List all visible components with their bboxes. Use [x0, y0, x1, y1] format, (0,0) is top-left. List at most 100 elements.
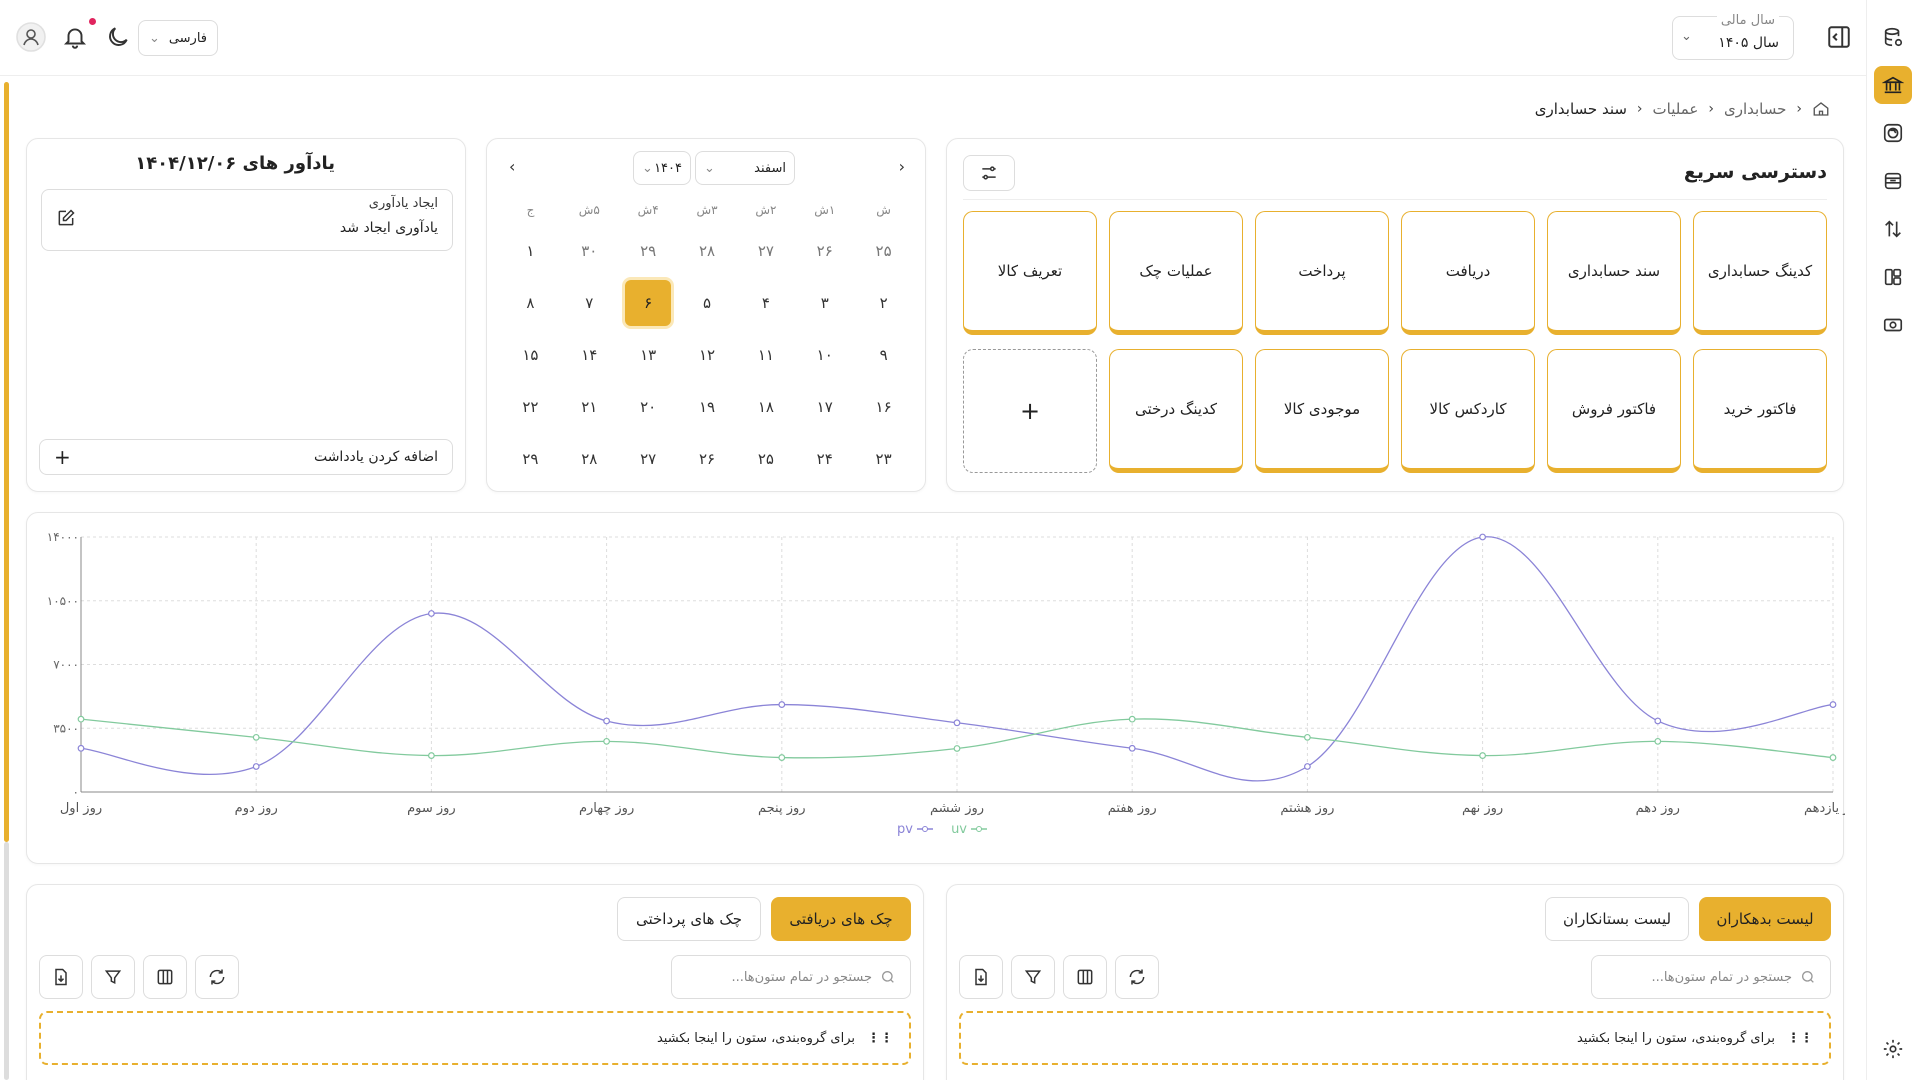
archive-icon[interactable] — [1874, 162, 1912, 200]
calendar-day[interactable]: ۲۷ — [736, 225, 795, 277]
month-select[interactable]: اسفند ⌄ — [695, 151, 795, 185]
add-quick-tile-button[interactable]: + — [963, 349, 1097, 473]
drag-handle-icon: ⋮⋮ — [867, 1030, 893, 1046]
data-point-pv — [1479, 533, 1486, 541]
tab-received-cheques[interactable]: چک های دریافتی — [771, 897, 911, 941]
settings-gear-icon[interactable] — [1874, 1030, 1912, 1068]
x-tick-label: روز دوم — [235, 801, 278, 816]
quick-tile[interactable]: سند حسابداری — [1547, 211, 1681, 335]
quick-access-title: دسترسی سریع — [1683, 161, 1827, 183]
cash-icon[interactable] — [1874, 306, 1912, 344]
refresh-button[interactable] — [195, 955, 239, 999]
export-button[interactable] — [39, 955, 83, 999]
quick-tile[interactable]: عملیات چک — [1109, 211, 1243, 335]
fiscal-year-select[interactable]: سال مالی سال ۱۴۰۵ ⌄ — [1672, 13, 1794, 60]
calendar-day[interactable]: ۲۳ — [854, 433, 913, 485]
edit-icon[interactable] — [56, 208, 76, 228]
quick-tile[interactable]: فاکتور فروش — [1547, 349, 1681, 473]
quick-tile[interactable]: کدینگ درختی — [1109, 349, 1243, 473]
refresh-button[interactable] — [1115, 955, 1159, 999]
calendar-day[interactable]: ۲۷ — [619, 433, 678, 485]
quick-tile[interactable]: دریافت — [1401, 211, 1535, 335]
calendar-day[interactable]: ۵ — [678, 277, 737, 329]
sidebar-collapse-icon[interactable] — [1826, 24, 1852, 50]
calendar-day[interactable]: ۲۱ — [560, 381, 619, 433]
quick-tile[interactable]: کاردکس کالا — [1401, 349, 1535, 473]
quick-tile[interactable]: پرداخت — [1255, 211, 1389, 335]
filter-button[interactable] — [91, 955, 135, 999]
database-icon[interactable] — [1874, 18, 1912, 56]
columns-button[interactable] — [1063, 955, 1107, 999]
calendar-day[interactable]: ۴ — [736, 277, 795, 329]
calendar-grid: ش ۱ش ۲ش ۳ش ۴ش ۵ش ج ۲۵ ۲۶ ۲۷ ۲۸ ۲۹ ۳۰ ۱ ۲… — [501, 195, 913, 485]
bell-icon[interactable] — [62, 24, 88, 50]
calendar-day[interactable]: ۱ — [501, 225, 560, 277]
calendar-day[interactable]: ۱۵ — [501, 329, 560, 381]
filter-button[interactable] — [1011, 955, 1055, 999]
calendar-day[interactable]: ۲۹ — [501, 433, 560, 485]
calendar-day[interactable]: ۱۹ — [678, 381, 737, 433]
tab-paid-cheques[interactable]: چک های پرداختی — [617, 897, 761, 941]
scroll-indicator[interactable] — [4, 82, 9, 842]
calendar-day[interactable]: ۳ — [795, 277, 854, 329]
calendar-day[interactable]: ۸ — [501, 277, 560, 329]
quick-tile[interactable]: فاکتور خرید — [1693, 349, 1827, 473]
language-value: فارسی — [168, 30, 207, 46]
calendar-day[interactable]: ۲۸ — [678, 225, 737, 277]
calendar-day[interactable]: ۲۹ — [619, 225, 678, 277]
search-field[interactable]: جستجو در تمام ستون‌ها... — [671, 955, 911, 999]
year-select[interactable]: ۱۴۰۴ ⌄ — [633, 151, 691, 185]
bank-icon[interactable] — [1874, 66, 1912, 104]
calendar-day[interactable]: ۲۵ — [854, 225, 913, 277]
breadcrumb-item[interactable]: عملیات — [1653, 100, 1699, 118]
calendar-week: ۲۵ ۲۶ ۲۷ ۲۸ ۲۹ ۳۰ ۱ — [501, 225, 913, 277]
calendar-day[interactable]: ۱۷ — [795, 381, 854, 433]
tab-creditors[interactable]: لیست بستانکاران — [1545, 897, 1689, 941]
calendar-day[interactable]: ۲۲ — [501, 381, 560, 433]
calendar-day[interactable]: ۷ — [560, 277, 619, 329]
home-icon[interactable] — [1812, 100, 1830, 118]
calendar-day-today[interactable]: ۶ — [619, 277, 678, 329]
breadcrumb-item[interactable]: حسابداری — [1724, 100, 1786, 118]
aperture-icon[interactable] — [1874, 114, 1912, 152]
calendar-day[interactable]: ۲۶ — [678, 433, 737, 485]
search-field[interactable]: جستجو در تمام ستون‌ها... — [1591, 955, 1831, 999]
columns-button[interactable] — [143, 955, 187, 999]
calendar-day[interactable]: ۲۵ — [736, 433, 795, 485]
chevron-right-icon[interactable]: › — [899, 157, 905, 176]
calendar-day[interactable]: ۱۸ — [736, 381, 795, 433]
layout-icon[interactable] — [1874, 258, 1912, 296]
calendar-day[interactable]: ۱۶ — [854, 381, 913, 433]
x-tick-label: روز چهارم — [579, 801, 634, 816]
calendar-day[interactable]: ۱۳ — [619, 329, 678, 381]
quick-tile[interactable]: تعریف کالا — [963, 211, 1097, 335]
calendar-day[interactable]: ۲۴ — [795, 433, 854, 485]
calendar-day[interactable]: ۳۰ — [560, 225, 619, 277]
export-button[interactable] — [959, 955, 1003, 999]
calendar-day[interactable]: ۲۸ — [560, 433, 619, 485]
calendar-day[interactable]: ۲۶ — [795, 225, 854, 277]
calendar-day[interactable]: ۹ — [854, 329, 913, 381]
add-note-button[interactable]: اضافه کردن یادداشت + — [39, 439, 453, 475]
data-point-pv — [1829, 701, 1837, 708]
moon-icon[interactable] — [105, 24, 131, 50]
tab-debtors[interactable]: لیست بدهکاران — [1699, 897, 1831, 941]
reminder-item[interactable]: ایجاد یادآوری یادآوری ایجاد شد — [41, 189, 453, 251]
filter-icon — [1024, 970, 1042, 985]
calendar-day[interactable]: ۱۴ — [560, 329, 619, 381]
quick-access-settings-button[interactable] — [963, 155, 1015, 191]
transfer-arrows-icon[interactable] — [1874, 210, 1912, 248]
chevron-left-icon[interactable]: ‹ — [509, 157, 515, 176]
calendar-day[interactable]: ۲۰ — [619, 381, 678, 433]
calendar-day[interactable]: ۱۰ — [795, 329, 854, 381]
group-drop-zone[interactable]: ⋮⋮ برای گروه‌بندی، ستون را اینجا بکشید — [39, 1011, 911, 1065]
calendar-day[interactable]: ۱۲ — [678, 329, 737, 381]
user-avatar-icon[interactable] — [16, 22, 46, 52]
quick-tile[interactable]: کدینگ حسابداری — [1693, 211, 1827, 335]
quick-tile[interactable]: موجودی کالا — [1255, 349, 1389, 473]
language-select[interactable]: فارسی ⌄ — [138, 20, 218, 56]
group-drop-zone[interactable]: ⋮⋮ برای گروه‌بندی، ستون را اینجا بکشید — [959, 1011, 1831, 1065]
calendar-day[interactable]: ۱۱ — [736, 329, 795, 381]
month-value: اسفند — [754, 160, 786, 176]
calendar-day[interactable]: ۲ — [854, 277, 913, 329]
